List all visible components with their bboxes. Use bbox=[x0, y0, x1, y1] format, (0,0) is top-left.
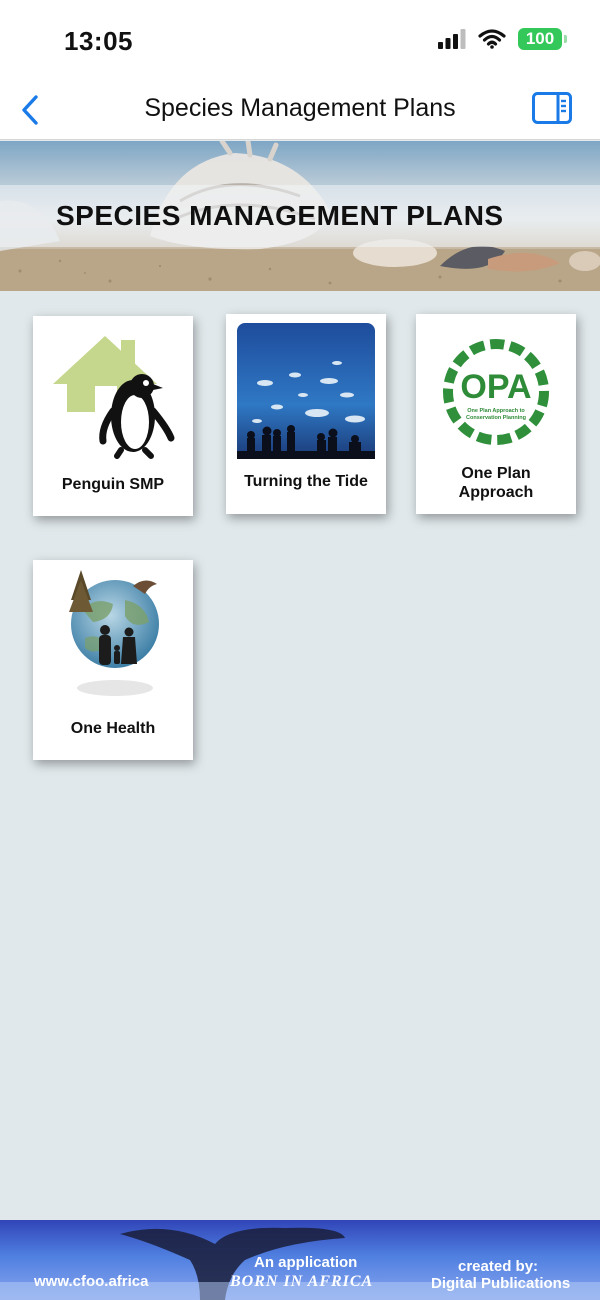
tile-label: One Health bbox=[70, 720, 156, 737]
footer-banner[interactable]: www.cfoo.africa An application BORN IN A… bbox=[0, 1220, 600, 1300]
footer-born-in-africa: BORN IN AFRICA bbox=[230, 1273, 374, 1290]
tile-label-line2: Approach bbox=[458, 484, 534, 501]
wifi-icon bbox=[478, 29, 506, 49]
signal-icon bbox=[438, 29, 466, 49]
tile-label: Penguin SMP bbox=[61, 476, 165, 493]
tile-turning-the-tide[interactable]: Turning the Tide bbox=[226, 314, 386, 514]
status-icons: 100 bbox=[438, 28, 567, 50]
tile-one-plan-approach[interactable]: OPA One Plan Approach to Conservation Pl… bbox=[416, 314, 576, 514]
penguin-house-icon bbox=[53, 336, 175, 459]
battery-level: 100 bbox=[525, 29, 555, 48]
tile-label-line1: One Plan bbox=[461, 465, 531, 482]
footer-application-text: An application bbox=[254, 1254, 358, 1271]
sidebar-toggle-button[interactable] bbox=[532, 92, 572, 124]
footer-website-link[interactable]: www.cfoo.africa bbox=[34, 1273, 148, 1290]
status-bar: 13:05 100 bbox=[0, 0, 600, 80]
sidebar-icon bbox=[532, 92, 572, 124]
header-banner: SPECIES MANAGEMENT PLANS bbox=[0, 141, 600, 291]
opa-logo-subtext-line2: Conservation Planning bbox=[466, 415, 526, 421]
footer-publisher: Digital Publications bbox=[431, 1275, 571, 1292]
navigation-bar: Species Management Plans bbox=[0, 80, 600, 140]
globe-family-icon bbox=[69, 570, 159, 696]
opa-logo-text: OPA bbox=[460, 368, 531, 406]
tile-one-health[interactable]: One Health bbox=[33, 560, 193, 760]
opa-logo-subtext-line1: One Plan Approach to bbox=[467, 408, 525, 414]
opa-logo-icon: OPA One Plan Approach to Conservation Pl… bbox=[443, 339, 549, 445]
banner-title: SPECIES MANAGEMENT PLANS bbox=[56, 200, 504, 231]
footer-created-by: created by: bbox=[458, 1258, 539, 1275]
status-time: 13:05 bbox=[64, 26, 133, 56]
tile-penguin-smp[interactable]: Penguin SMP bbox=[33, 316, 193, 516]
page-title: Species Management Plans bbox=[144, 94, 456, 122]
aquarium-image bbox=[237, 323, 375, 459]
battery-icon: 100 bbox=[518, 28, 567, 50]
tile-label: Turning the Tide bbox=[244, 473, 368, 490]
tile-label: One Plan Approach bbox=[416, 464, 576, 502]
